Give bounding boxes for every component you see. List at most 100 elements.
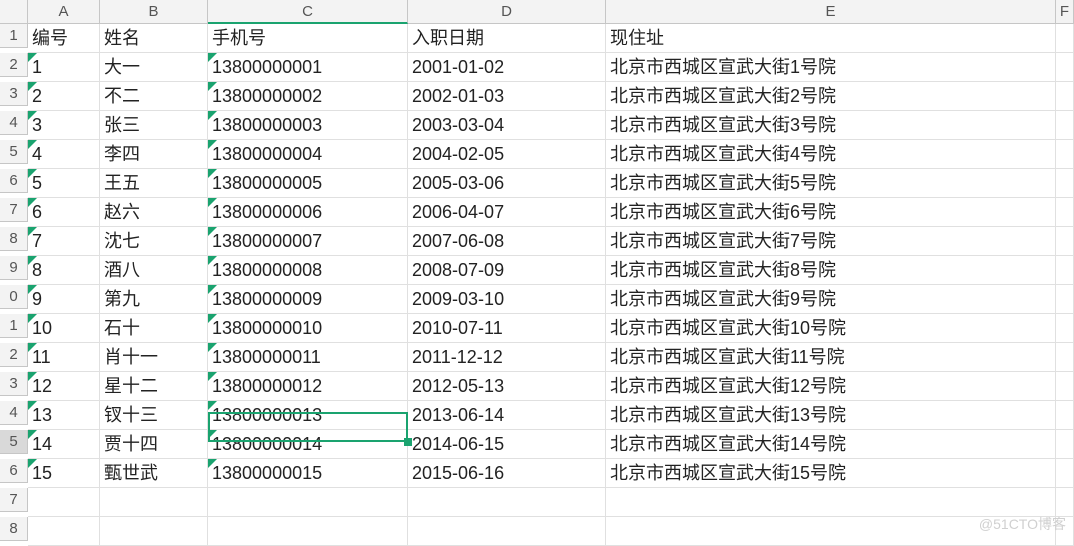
row-header-13[interactable]: 4 — [0, 401, 28, 425]
empty-cell[interactable] — [208, 517, 408, 546]
cell-C-14[interactable]: 13800000014 — [208, 430, 408, 459]
cell-D-11[interactable]: 2011-12-12 — [408, 343, 606, 372]
cell-F-4[interactable] — [1056, 140, 1074, 169]
row-header-16[interactable]: 7 — [0, 488, 28, 512]
select-all-corner[interactable] — [0, 0, 28, 24]
cell-C-11[interactable]: 13800000011 — [208, 343, 408, 372]
empty-cell[interactable] — [408, 488, 606, 517]
cell-B-7[interactable]: 沈七 — [100, 227, 208, 256]
cell-C-7[interactable]: 13800000007 — [208, 227, 408, 256]
cell-D-8[interactable]: 2008-07-09 — [408, 256, 606, 285]
cell-A-8[interactable]: 8 — [28, 256, 100, 285]
cell-D-7[interactable]: 2007-06-08 — [408, 227, 606, 256]
cell-F-8[interactable] — [1056, 256, 1074, 285]
cell-F-10[interactable] — [1056, 314, 1074, 343]
cell-F-12[interactable] — [1056, 372, 1074, 401]
cell-D-15[interactable]: 2015-06-16 — [408, 459, 606, 488]
row-header-10[interactable]: 1 — [0, 314, 28, 338]
cell-C-3[interactable]: 13800000003 — [208, 111, 408, 140]
cell-B-14[interactable]: 贾十四 — [100, 430, 208, 459]
row-header-15[interactable]: 6 — [0, 459, 28, 483]
cell-C-8[interactable]: 13800000008 — [208, 256, 408, 285]
cell-A-15[interactable]: 15 — [28, 459, 100, 488]
cell-C-10[interactable]: 13800000010 — [208, 314, 408, 343]
cell-E-4[interactable]: 北京市西城区宣武大街4号院 — [606, 140, 1056, 169]
cell-E-10[interactable]: 北京市西城区宣武大街10号院 — [606, 314, 1056, 343]
cell-B-6[interactable]: 赵六 — [100, 198, 208, 227]
fill-handle[interactable] — [404, 438, 412, 446]
empty-cell[interactable] — [28, 517, 100, 546]
cell-D-1[interactable]: 2001-01-02 — [408, 53, 606, 82]
header-cell-B[interactable]: 姓名 — [100, 24, 208, 53]
cell-D-3[interactable]: 2003-03-04 — [408, 111, 606, 140]
header-cell-D[interactable]: 入职日期 — [408, 24, 606, 53]
empty-cell[interactable] — [208, 488, 408, 517]
cell-E-2[interactable]: 北京市西城区宣武大街2号院 — [606, 82, 1056, 111]
cell-E-8[interactable]: 北京市西城区宣武大街8号院 — [606, 256, 1056, 285]
header-cell-A[interactable]: 编号 — [28, 24, 100, 53]
cell-A-14[interactable]: 14 — [28, 430, 100, 459]
cell-C-4[interactable]: 13800000004 — [208, 140, 408, 169]
row-header-6[interactable]: 7 — [0, 198, 28, 222]
cell-D-5[interactable]: 2005-03-06 — [408, 169, 606, 198]
cell-E-15[interactable]: 北京市西城区宣武大街15号院 — [606, 459, 1056, 488]
cell-B-5[interactable]: 王五 — [100, 169, 208, 198]
empty-cell[interactable] — [100, 517, 208, 546]
cell-B-4[interactable]: 李四 — [100, 140, 208, 169]
row-header-7[interactable]: 8 — [0, 227, 28, 251]
cell-D-9[interactable]: 2009-03-10 — [408, 285, 606, 314]
cell-F-7[interactable] — [1056, 227, 1074, 256]
cell-B-9[interactable]: 第九 — [100, 285, 208, 314]
header-cell-E[interactable]: 现住址 — [606, 24, 1056, 53]
cell-F-header[interactable] — [1056, 24, 1074, 53]
cell-D-2[interactable]: 2002-01-03 — [408, 82, 606, 111]
cell-D-10[interactable]: 2010-07-11 — [408, 314, 606, 343]
row-header-17[interactable]: 8 — [0, 517, 28, 541]
empty-cell[interactable] — [100, 488, 208, 517]
row-header-2[interactable]: 3 — [0, 82, 28, 106]
cell-C-12[interactable]: 13800000012 — [208, 372, 408, 401]
row-header-11[interactable]: 2 — [0, 343, 28, 367]
row-header-9[interactable]: 0 — [0, 285, 28, 309]
row-header-12[interactable]: 3 — [0, 372, 28, 396]
cell-E-1[interactable]: 北京市西城区宣武大街1号院 — [606, 53, 1056, 82]
cell-B-3[interactable]: 张三 — [100, 111, 208, 140]
cell-C-2[interactable]: 13800000002 — [208, 82, 408, 111]
cell-E-6[interactable]: 北京市西城区宣武大街6号院 — [606, 198, 1056, 227]
cell-F-11[interactable] — [1056, 343, 1074, 372]
cell-C-1[interactable]: 13800000001 — [208, 53, 408, 82]
cell-E-11[interactable]: 北京市西城区宣武大街11号院 — [606, 343, 1056, 372]
empty-cell[interactable] — [408, 517, 606, 546]
column-header-D[interactable]: D — [408, 0, 606, 24]
cell-E-12[interactable]: 北京市西城区宣武大街12号院 — [606, 372, 1056, 401]
empty-cell[interactable] — [1056, 488, 1074, 517]
cell-D-14[interactable]: 2014-06-15 — [408, 430, 606, 459]
cell-A-11[interactable]: 11 — [28, 343, 100, 372]
cell-E-9[interactable]: 北京市西城区宣武大街9号院 — [606, 285, 1056, 314]
cell-D-6[interactable]: 2006-04-07 — [408, 198, 606, 227]
column-header-A[interactable]: A — [28, 0, 100, 24]
cell-C-5[interactable]: 13800000005 — [208, 169, 408, 198]
cell-F-14[interactable] — [1056, 430, 1074, 459]
cell-A-1[interactable]: 1 — [28, 53, 100, 82]
cell-F-15[interactable] — [1056, 459, 1074, 488]
row-header-0[interactable]: 1 — [0, 24, 28, 48]
row-header-3[interactable]: 4 — [0, 111, 28, 135]
row-header-8[interactable]: 9 — [0, 256, 28, 280]
cell-C-6[interactable]: 13800000006 — [208, 198, 408, 227]
cell-A-3[interactable]: 3 — [28, 111, 100, 140]
cell-F-2[interactable] — [1056, 82, 1074, 111]
cell-F-3[interactable] — [1056, 111, 1074, 140]
column-header-F[interactable]: F — [1056, 0, 1074, 24]
cell-A-10[interactable]: 10 — [28, 314, 100, 343]
cell-E-7[interactable]: 北京市西城区宣武大街7号院 — [606, 227, 1056, 256]
cell-F-5[interactable] — [1056, 169, 1074, 198]
cell-B-12[interactable]: 星十二 — [100, 372, 208, 401]
cell-D-12[interactable]: 2012-05-13 — [408, 372, 606, 401]
cell-B-8[interactable]: 酒八 — [100, 256, 208, 285]
cell-A-5[interactable]: 5 — [28, 169, 100, 198]
cell-D-4[interactable]: 2004-02-05 — [408, 140, 606, 169]
cell-F-13[interactable] — [1056, 401, 1074, 430]
empty-cell[interactable] — [28, 488, 100, 517]
column-header-C[interactable]: C — [208, 0, 408, 24]
